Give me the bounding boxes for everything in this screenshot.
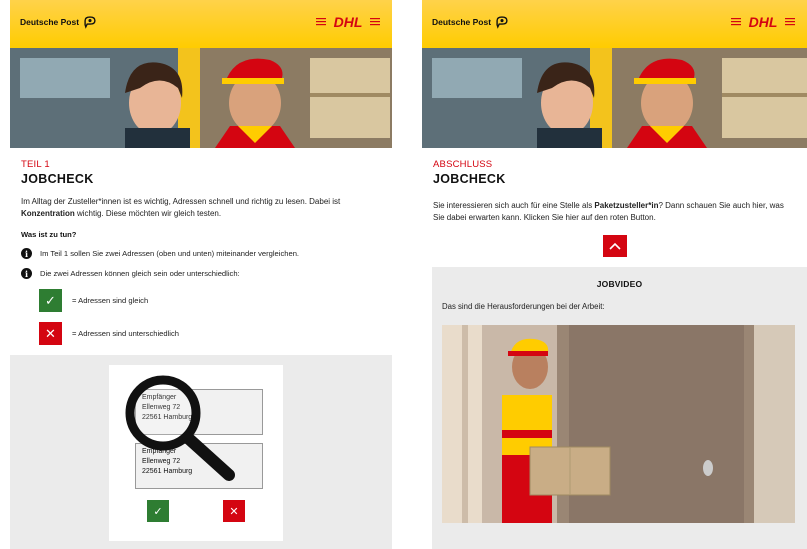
screen-abschluss: Deutsche Post DHL ABSCHLUSS JOBCHECK Sie…	[422, 0, 807, 549]
hero-image-couriers	[422, 48, 807, 148]
chevron-up-icon	[608, 242, 621, 250]
screen-teil1: Deutsche Post DHL TEIL 1 JOBCHECK Im All…	[10, 0, 392, 549]
header-bar: Deutsche Post DHL	[422, 0, 807, 48]
legend-same: ✓ = Adressen sind gleich	[39, 289, 392, 312]
post-horn-icon	[84, 16, 96, 29]
intro-bold: Konzentration	[21, 209, 75, 218]
deutsche-post-logo: Deutsche Post	[432, 15, 509, 29]
page-title: JOBCHECK	[21, 172, 94, 186]
info-text: Im Teil 1 sollen Sie zwei Adressen (oben…	[40, 249, 300, 258]
brand-name: Deutsche Post	[432, 17, 492, 27]
deutsche-post-logo: Deutsche Post	[20, 15, 97, 29]
legend-different: ✕ = Adressen sind unterschiedlich	[39, 322, 392, 345]
dhl-wordmark: DHL	[749, 14, 778, 30]
section-label: ABSCHLUSS	[433, 159, 493, 170]
intro-prefix: Im Alltag der Zusteller*innen ist es wic…	[21, 197, 341, 206]
info-item: i Im Teil 1 sollen Sie zwei Adressen (ob…	[21, 248, 392, 259]
video-player[interactable]	[442, 325, 795, 523]
legend-different-text: = Adressen sind unterschiedlich	[72, 329, 180, 338]
open-video-button[interactable]	[602, 235, 627, 257]
info-icon: i	[21, 268, 32, 279]
demo-card: Empfänger Ellenweg 72 22561 Hamburg Empf…	[109, 365, 283, 541]
legend-same-text: = Adressen sind gleich	[72, 296, 149, 305]
dhl-logo: DHL	[731, 14, 795, 30]
cross-icon: ✕	[39, 322, 62, 345]
post-horn-icon	[496, 16, 508, 29]
demo-different-button: ✕	[223, 500, 245, 522]
video-title: JOBVIDEO	[596, 279, 643, 289]
brand-name: Deutsche Post	[20, 17, 80, 27]
info-text: Die zwei Adressen können gleich sein ode…	[40, 269, 240, 278]
info-icon: i	[21, 248, 32, 259]
info-item: i Die zwei Adressen können gleich sein o…	[21, 268, 392, 279]
demo-panel: Empfänger Ellenweg 72 22561 Hamburg Empf…	[10, 355, 392, 549]
checkmark-icon: ✓	[39, 289, 62, 312]
header-bar: Deutsche Post DHL	[10, 0, 392, 48]
dhl-wordmark: DHL	[334, 14, 363, 30]
page-title: JOBCHECK	[433, 172, 506, 186]
intro-text: Im Alltag der Zusteller*innen ist es wic…	[21, 196, 381, 220]
section-label: TEIL 1	[21, 159, 50, 170]
magnifier-icon	[125, 375, 235, 481]
intro-bold: Paketzusteller*in	[594, 201, 659, 210]
intro-text: Sie interessieren sich auch für eine Ste…	[433, 200, 796, 224]
video-panel: JOBVIDEO Das sind die Herausforderungen …	[432, 267, 807, 549]
task-heading: Was ist zu tun?	[21, 230, 77, 239]
dhl-logo: DHL	[316, 14, 380, 30]
demo-same-button: ✓	[147, 500, 169, 522]
video-description: Das sind die Herausforderungen bei der A…	[442, 302, 605, 311]
hero-image-couriers	[10, 48, 392, 148]
intro-prefix: Sie interessieren sich auch für eine Ste…	[433, 201, 595, 210]
intro-suffix: wichtig. Diese möchten wir gleich testen…	[74, 209, 222, 218]
